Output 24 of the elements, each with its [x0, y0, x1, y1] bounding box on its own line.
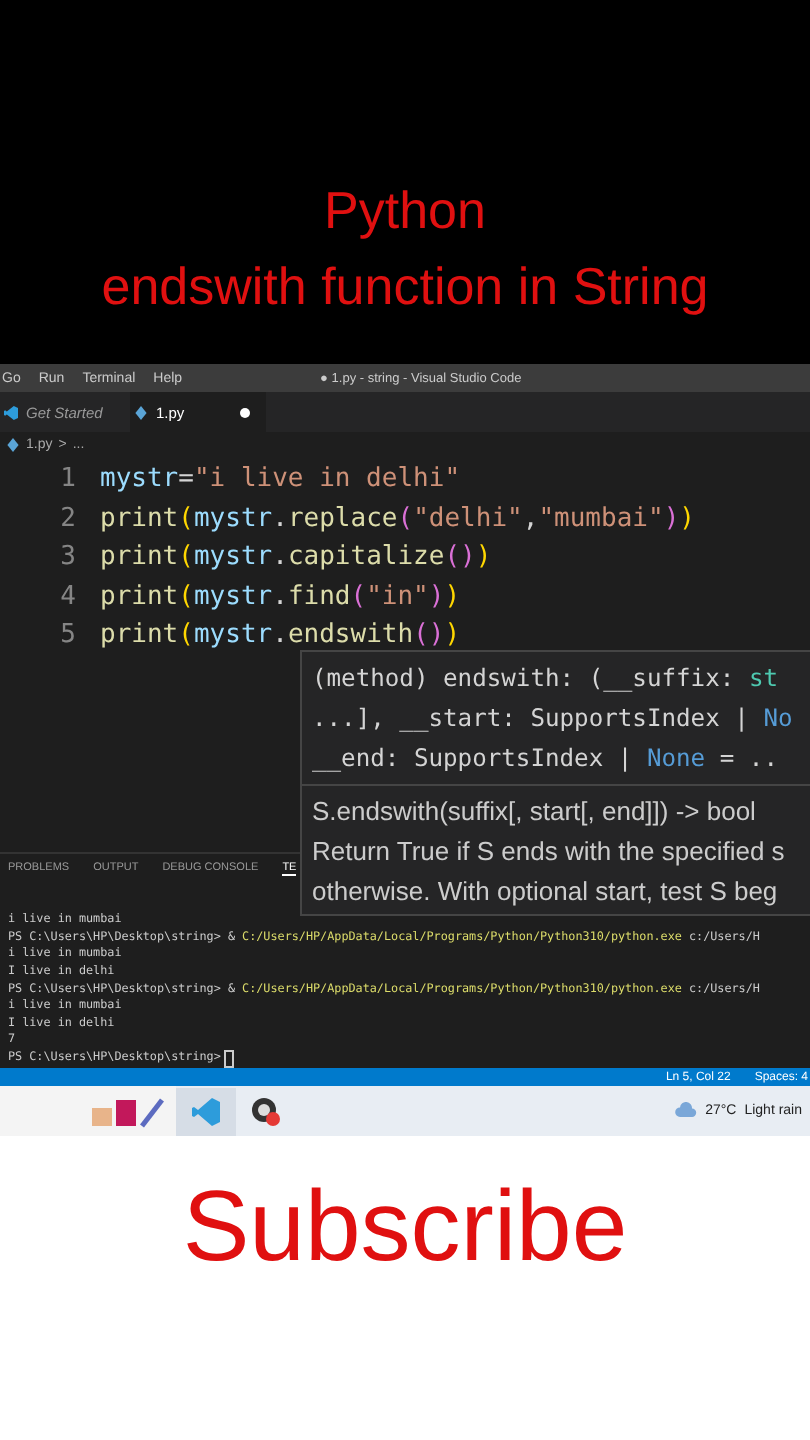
code-line: mystr="i live in delhi"	[100, 464, 461, 495]
signature-line: __end: SupportsIndex | None = ..	[312, 742, 780, 776]
code-line: print(mystr.find("in"))	[100, 581, 461, 612]
line-number: 4	[58, 581, 78, 612]
line-number: 1	[58, 464, 78, 495]
python-file-icon	[6, 437, 20, 451]
line-number: 5	[58, 620, 78, 651]
python-file-icon	[134, 405, 148, 419]
video-title: Python	[324, 178, 486, 244]
doc-text: S.endswith(suffix[, start[, end]]) -> bool	[312, 794, 758, 830]
line-number: 3	[58, 542, 78, 573]
code-line: print(mystr.replace("delhi","mumbai"))	[100, 503, 695, 534]
doc-text: Return True if S ends with the specified s	[312, 834, 787, 870]
apps-drawing[interactable]	[88, 1095, 168, 1128]
code-line: print(mystr.endswith())	[100, 620, 461, 651]
doc-text: otherwise. With optional start, test S beg	[312, 874, 780, 910]
cloud-icon	[673, 1102, 698, 1121]
vscode-logo-icon	[4, 405, 18, 419]
subscribe-text: Subscribe	[182, 1168, 628, 1287]
code-line: print(mystr.capitalize())	[100, 542, 492, 573]
line-number: 2	[58, 503, 78, 534]
signature-line: ...], __start: SupportsIndex | No	[312, 702, 795, 736]
video-title: endswith function in String	[101, 254, 709, 320]
signature-line: (method) endswith: (__suffix: st	[312, 662, 780, 696]
